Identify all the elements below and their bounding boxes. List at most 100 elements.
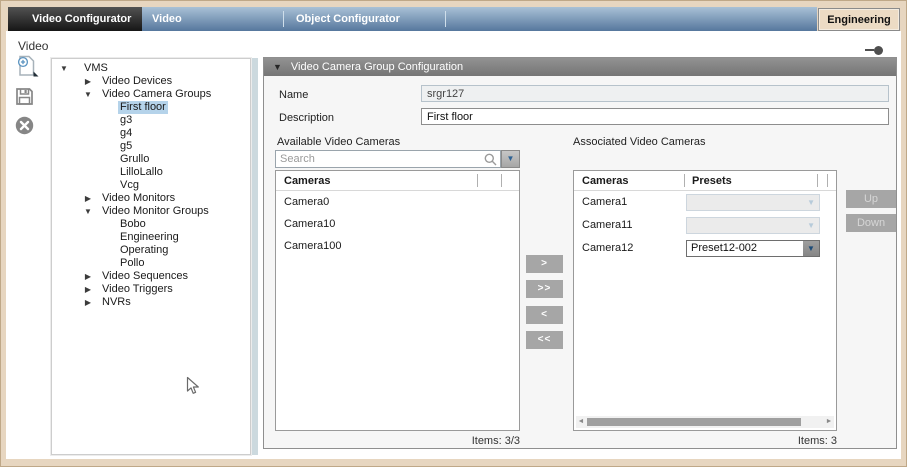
tree-item-video-sequences[interactable]: ▶ Video Sequences [52, 270, 250, 283]
add-all-button[interactable]: >> [526, 280, 563, 298]
search-icon [484, 153, 497, 166]
tree-item-video-monitor-groups[interactable]: ▼ Video Monitor Groups [52, 205, 250, 218]
tree-item-label[interactable]: LilloLallo [118, 166, 165, 179]
mouse-cursor-icon [186, 376, 200, 396]
camera-name: Camera11 [582, 219, 633, 231]
associated-items-count: Items: 3 [573, 435, 837, 447]
tree-item-label[interactable]: VMS [82, 62, 110, 75]
preset-select[interactable]: Preset12-002 ▼ [686, 240, 820, 257]
scrollbar-thumb[interactable] [587, 418, 801, 426]
remove-button[interactable]: < [526, 306, 563, 324]
tree-item-label-selected[interactable]: First floor [118, 101, 168, 114]
panel-title: Video Camera Group Configuration [291, 61, 463, 73]
tree-expander-icon[interactable]: ▶ [82, 192, 94, 205]
tree-expander-icon[interactable]: ▼ [82, 205, 94, 218]
chevron-down-icon: ▼ [807, 218, 815, 233]
tree-item-label[interactable]: g3 [118, 114, 134, 127]
tree-item-label[interactable]: g4 [118, 127, 134, 140]
engineering-button[interactable]: Engineering [818, 8, 900, 31]
tree-item-label[interactable]: Video Monitors [100, 192, 177, 205]
save-icon [15, 87, 34, 106]
horizontal-scrollbar[interactable]: ◄ ► [576, 416, 834, 428]
tree-expander-icon[interactable]: ▶ [82, 75, 94, 88]
down-button[interactable]: Down [846, 214, 896, 232]
remove-all-button[interactable]: << [526, 331, 563, 349]
up-button[interactable]: Up [846, 190, 896, 208]
tab-video[interactable]: Video [142, 7, 280, 31]
tree-item-engineering[interactable]: Engineering [52, 231, 250, 244]
available-list-header: Cameras [276, 171, 519, 191]
tree-item-label[interactable]: g5 [118, 140, 134, 153]
tab-video-configurator[interactable]: Video Configurator [8, 7, 142, 31]
associated-cameras-label: Associated Video Cameras [573, 136, 705, 148]
associated-list-header: Cameras Presets [574, 171, 836, 191]
column-separator[interactable] [827, 174, 828, 187]
tree-item-label[interactable]: Video Monitor Groups [100, 205, 211, 218]
tree-expander-icon[interactable]: ▼ [82, 88, 94, 101]
scroll-right-icon[interactable]: ► [824, 416, 834, 428]
tree-expander-icon[interactable]: ▶ [82, 296, 94, 309]
tree-item-label[interactable]: Video Sequences [100, 270, 190, 283]
tree-item-g4[interactable]: g4 [52, 127, 250, 140]
preset-dropdown-button[interactable]: ▼ [803, 241, 819, 256]
tree-item-g3[interactable]: g3 [52, 114, 250, 127]
collapse-section-icon[interactable]: ▼ [273, 62, 282, 72]
name-label: Name [279, 89, 308, 101]
search-filter-dropdown[interactable]: ▼ [501, 150, 520, 168]
column-separator[interactable] [477, 174, 478, 187]
tree-item-label[interactable]: Video Triggers [100, 283, 175, 296]
tree-item-bobo[interactable]: Bobo [52, 218, 250, 231]
description-field[interactable] [421, 108, 889, 125]
tree-item-video-camera-groups[interactable]: ▼ Video Camera Groups [52, 88, 250, 101]
tree-item-vcg[interactable]: Vcg [52, 179, 250, 192]
new-item-button[interactable] [15, 55, 39, 80]
list-item[interactable]: Camera10 [276, 213, 519, 235]
tree-item-video-monitors[interactable]: ▶ Video Monitors [52, 192, 250, 205]
tree-expander-icon[interactable]: ▼ [58, 62, 70, 75]
tree-item-label[interactable]: Grullo [118, 153, 151, 166]
tree-item-label[interactable]: Operating [118, 244, 170, 257]
list-item[interactable]: Camera0 [276, 191, 519, 213]
column-separator[interactable] [501, 174, 502, 187]
splitter[interactable] [252, 58, 258, 455]
tree-item-label[interactable]: Video Camera Groups [100, 88, 213, 101]
tree-item-vms[interactable]: ▼ VMS [52, 62, 250, 75]
column-separator[interactable] [817, 174, 818, 187]
tree-expander-icon[interactable]: ▶ [82, 283, 94, 296]
tree-expander-icon[interactable]: ▶ [82, 270, 94, 283]
table-row[interactable]: Camera11 ▼ [574, 214, 836, 237]
pin-icon[interactable] [865, 44, 883, 56]
add-button[interactable]: > [526, 255, 563, 273]
tree-item-label[interactable]: Bobo [118, 218, 148, 231]
cancel-button[interactable] [15, 116, 34, 138]
tree-item-operating[interactable]: Operating [52, 244, 250, 257]
search-input[interactable] [275, 150, 501, 168]
tree-item-first-floor[interactable]: First floor [52, 101, 250, 114]
name-field[interactable] [421, 85, 889, 102]
tree-item-video-devices[interactable]: ▶ Video Devices [52, 75, 250, 88]
tree-item-nvrs[interactable]: ▶ NVRs [52, 296, 250, 309]
tree-item-video-triggers[interactable]: ▶ Video Triggers [52, 283, 250, 296]
table-row[interactable]: Camera12 Preset12-002 ▼ [574, 237, 836, 260]
tree-item-label[interactable]: Vcg [118, 179, 141, 192]
tab-object-configurator[interactable]: Object Configurator [289, 7, 443, 31]
tree-item-grullo[interactable]: Grullo [52, 153, 250, 166]
tab-strip: Video Object Configurator [142, 7, 817, 31]
cancel-icon [15, 116, 34, 135]
tree-item-label[interactable]: NVRs [100, 296, 133, 309]
search-bar: ▼ [275, 150, 520, 168]
chevron-down-icon: ▼ [507, 154, 515, 163]
available-items-count: Items: 3/3 [275, 435, 520, 447]
tree-item-label[interactable]: Pollo [118, 257, 146, 270]
scroll-left-icon[interactable]: ◄ [576, 416, 586, 428]
tree-item-lillolallo[interactable]: LilloLallo [52, 166, 250, 179]
table-row[interactable]: Camera1 ▼ [574, 191, 836, 214]
save-button[interactable] [15, 87, 34, 109]
tree-item-label[interactable]: Video Devices [100, 75, 174, 88]
list-item[interactable]: Camera100 [276, 235, 519, 257]
toolbar [13, 55, 47, 145]
tree-item-pollo[interactable]: Pollo [52, 257, 250, 270]
tree-item-g5[interactable]: g5 [52, 140, 250, 153]
column-separator[interactable] [684, 174, 685, 187]
tree-item-label[interactable]: Engineering [118, 231, 181, 244]
